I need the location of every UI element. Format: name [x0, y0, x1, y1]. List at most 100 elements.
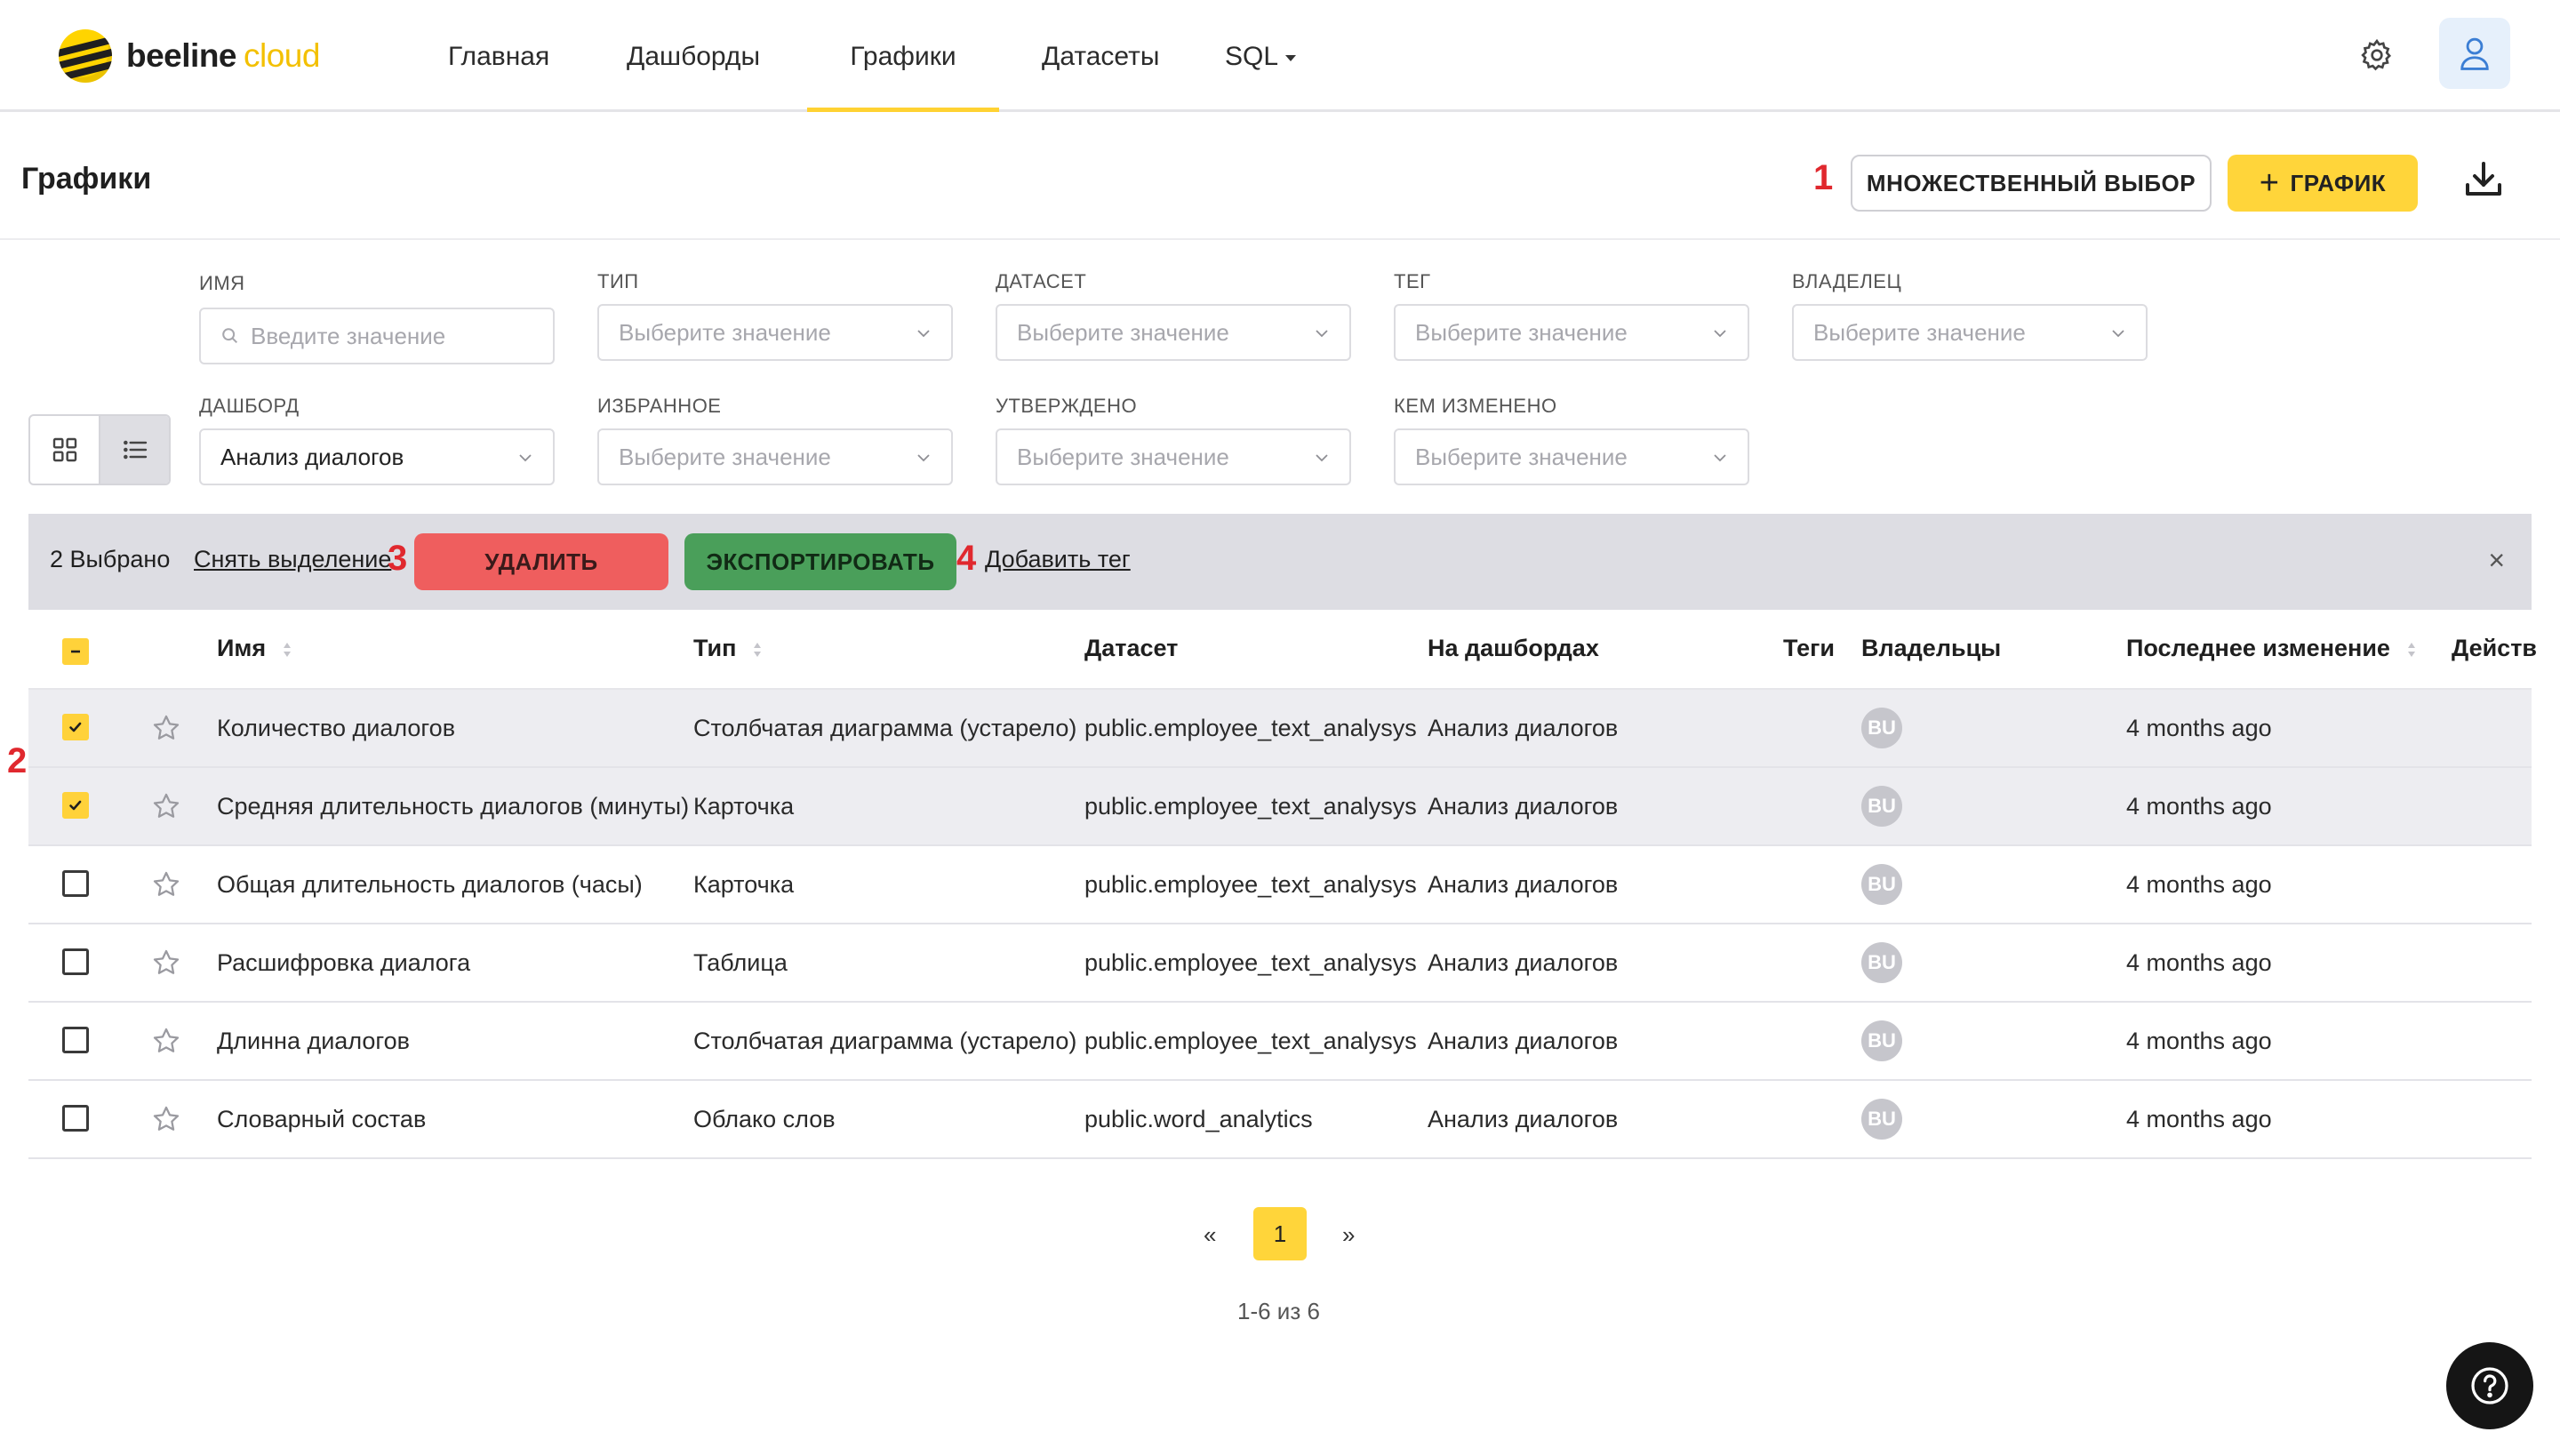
pagination-info: 1-6 из 6: [1237, 1298, 1320, 1324]
row-checkbox[interactable]: [62, 870, 89, 897]
chevron-down-icon: [1714, 330, 1726, 338]
grid-view-icon: [52, 437, 76, 462]
select-all-checkbox[interactable]: [62, 638, 89, 665]
cell-dataset[interactable]: public.employee_text_analysys: [1084, 1028, 1417, 1055]
cell-dashboard[interactable]: Анализ диалогов: [1428, 1106, 1618, 1133]
annotation-marker-1: 1: [1813, 158, 1834, 197]
help-button[interactable]: [2446, 1342, 2533, 1429]
star-icon[interactable]: [151, 1026, 181, 1056]
star-icon[interactable]: [151, 948, 181, 978]
add-chart-button[interactable]: + ГРАФИК: [2228, 155, 2418, 212]
cell-dataset[interactable]: public.employee_text_analysys: [1084, 949, 1417, 977]
pagination-prev[interactable]: «: [1204, 1221, 1216, 1249]
cell-dashboard[interactable]: Анализ диалогов: [1428, 793, 1618, 820]
brand-logo[interactable]: beeline cloud: [59, 27, 320, 85]
nav-item-home[interactable]: Главная: [448, 0, 549, 112]
filter-dataset-label: ДАТАСЕТ: [996, 270, 1087, 292]
row-checkbox[interactable]: [62, 1105, 89, 1132]
table-row[interactable]: Расшифровка диалога Таблица public.employe…: [28, 924, 2532, 1003]
filter-approved-select[interactable]: Выберите значение: [996, 428, 1351, 485]
annotation-marker-3: 3: [388, 539, 408, 578]
filter-name-input[interactable]: Введите значение: [199, 308, 555, 364]
pagination-next[interactable]: »: [1342, 1221, 1355, 1249]
cell-dashboard[interactable]: Анализ диалогов: [1428, 871, 1618, 899]
column-header-modified[interactable]: Последнее изменение: [2126, 635, 2417, 662]
page-title: Графики: [21, 162, 152, 196]
cell-dataset[interactable]: public.employee_text_analysys: [1084, 793, 1417, 820]
owner-avatar: BU: [1861, 864, 1902, 905]
chevron-down-icon: [917, 454, 930, 462]
star-icon[interactable]: [151, 869, 181, 900]
column-header-dashboards: На дашбордах: [1428, 635, 1599, 661]
cell-dashboard[interactable]: Анализ диалогов: [1428, 949, 1618, 977]
filter-type-select[interactable]: Выберите значение: [597, 304, 953, 361]
filter-dashboard-select[interactable]: Анализ диалогов: [199, 428, 555, 485]
cell-dashboard[interactable]: Анализ диалогов: [1428, 1028, 1618, 1055]
grid-view-button[interactable]: [30, 416, 99, 484]
nav-item-charts[interactable]: Графики: [807, 0, 999, 112]
multi-select-button[interactable]: МНОЖЕСТВЕННЫЙ ВЫБОР: [1851, 155, 2212, 212]
row-checkbox[interactable]: [62, 1027, 89, 1053]
star-icon[interactable]: [151, 791, 181, 821]
pagination-current-page[interactable]: 1: [1253, 1207, 1307, 1260]
nav-item-sql-label: SQL: [1225, 42, 1279, 71]
download-icon[interactable]: [2462, 158, 2505, 201]
cell-dataset[interactable]: public.word_analytics: [1084, 1106, 1313, 1133]
brand-word-cloud: cloud: [244, 37, 320, 74]
help-icon: [2471, 1367, 2508, 1404]
cell-type: Столбчатая диаграмма (устарело): [693, 715, 1077, 741]
cell-dataset[interactable]: public.employee_text_analysys: [1084, 871, 1417, 899]
nav-item-datasets[interactable]: Датасеты: [1042, 0, 1159, 112]
profile-button[interactable]: [2439, 18, 2510, 89]
deselect-link[interactable]: Снять выделение: [194, 546, 391, 573]
close-icon[interactable]: ×: [2488, 544, 2505, 577]
cell-name[interactable]: Расшифровка диалога: [217, 949, 470, 977]
filter-favorite-select[interactable]: Выберите значение: [597, 428, 953, 485]
chevron-down-icon: [2112, 330, 2124, 338]
star-icon[interactable]: [151, 1104, 181, 1134]
filter-dataset-select[interactable]: Выберите значение: [996, 304, 1351, 361]
gear-icon[interactable]: [2359, 37, 2395, 73]
filter-tag-select[interactable]: Выберите значение: [1394, 304, 1749, 361]
list-view-button[interactable]: [99, 416, 169, 484]
cell-name[interactable]: Общая длительность диалогов (часы): [217, 871, 643, 899]
table-row[interactable]: Длинна диалогов Столбчатая диаграмма (уст…: [28, 1003, 2532, 1081]
table-row[interactable]: Количество диалогов Столбчатая диаграмма …: [28, 690, 2532, 768]
cell-name[interactable]: Средняя длительность диалогов (минуты): [217, 793, 689, 820]
column-header-type[interactable]: Тип: [693, 635, 763, 662]
cell-modified: 4 months ago: [2126, 949, 2272, 976]
sort-icon: [2407, 642, 2415, 657]
column-header-name[interactable]: Имя: [217, 635, 292, 662]
star-icon[interactable]: [151, 713, 181, 743]
table-row[interactable]: Средняя длительность диалогов (минуты) Ка…: [28, 768, 2532, 846]
selected-count: 2 Выбрано: [50, 546, 171, 572]
chevron-down-icon: [917, 330, 930, 338]
add-tag-link[interactable]: Добавить тег: [985, 546, 1131, 573]
brand-name: beeline cloud: [126, 37, 320, 75]
row-checkbox[interactable]: [62, 792, 89, 819]
table-row[interactable]: Общая длительность диалогов (часы) Карточ…: [28, 846, 2532, 924]
row-checkbox[interactable]: [62, 714, 89, 740]
delete-button[interactable]: УДАЛИТЬ: [414, 533, 668, 590]
cell-dataset[interactable]: public.employee_text_analysys: [1084, 715, 1417, 742]
filter-name-placeholder: Введите значение: [251, 322, 446, 349]
filter-changed-by-label: КЕМ ИЗМЕНЕНО: [1394, 395, 1557, 417]
cell-name[interactable]: Количество диалогов: [217, 715, 455, 742]
table-header: Имя Тип Датасет На дашбордах Теги Владел…: [28, 610, 2537, 690]
filter-dataset-placeholder: Выберите значение: [1017, 318, 1229, 346]
column-header-modified-label: Последнее изменение: [2126, 635, 2390, 661]
filter-approved-label: УТВЕРЖДЕНО: [996, 395, 1138, 417]
export-button[interactable]: ЭКСПОРТИРОВАТЬ: [684, 533, 956, 590]
nav-item-dashboards[interactable]: Дашборды: [627, 0, 760, 112]
table-row[interactable]: Словарный состав Облако слов public.word_a…: [28, 1081, 2532, 1159]
list-view-icon: [123, 440, 147, 460]
row-checkbox[interactable]: [62, 948, 89, 975]
header-divider: [0, 238, 2560, 240]
nav-item-sql[interactable]: SQL: [1225, 0, 1297, 112]
filter-owner-select[interactable]: Выберите значение: [1792, 304, 2148, 361]
cell-name[interactable]: Длинна диалогов: [217, 1028, 410, 1055]
filter-changed-by-select[interactable]: Выберите значение: [1394, 428, 1749, 485]
column-header-tags: Теги: [1783, 635, 1836, 661]
cell-dashboard[interactable]: Анализ диалогов: [1428, 715, 1618, 742]
cell-name[interactable]: Словарный состав: [217, 1106, 426, 1133]
